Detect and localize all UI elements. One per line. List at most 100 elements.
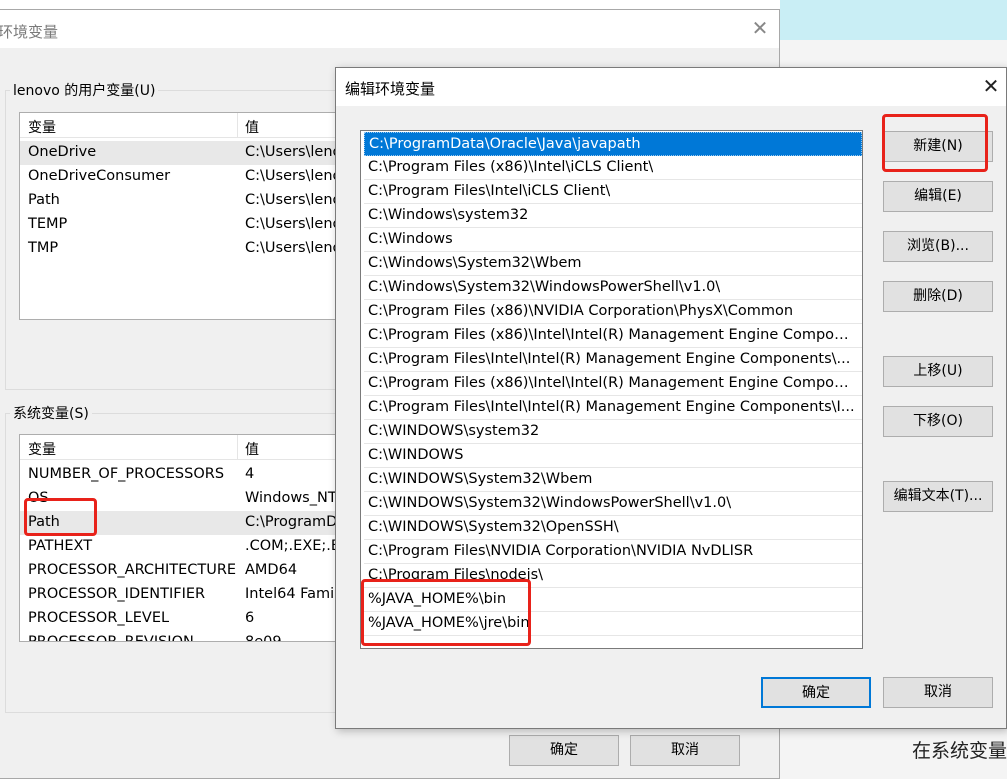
list-item[interactable]: C:\Program Files\Intel\Intel(R) Manageme… (364, 396, 862, 420)
edit-cancel-button[interactable]: 取消 (883, 677, 993, 708)
path-entry: C:\Program Files\Intel\Intel(R) Manageme… (368, 351, 851, 367)
var-value: 4 (245, 466, 255, 482)
list-item[interactable]: %JAVA_HOME%\bin (364, 588, 862, 612)
var-name: OneDrive (28, 144, 97, 160)
system-variables-list[interactable]: 变量 值 NUMBER_OF_PROCESSORS 4 OS Windows_N… (19, 434, 349, 642)
path-list[interactable]: C:\ProgramData\Oracle\Java\javapath C:\P… (360, 130, 863, 649)
list-item[interactable]: C:\Program Files\Intel\iCLS Client\ (364, 180, 862, 204)
column-header-value[interactable]: 值 (245, 439, 259, 459)
list-item[interactable]: C:\Windows (364, 228, 862, 252)
list-item[interactable]: C:\Program Files\NVIDIA Corporation\NVID… (364, 540, 862, 564)
var-value: 8e09 (245, 634, 282, 642)
path-entry: C:\WINDOWS\System32\WindowsPowerShell\v1… (368, 495, 732, 511)
path-entry: C:\WINDOWS\System32\OpenSSH\ (368, 519, 619, 535)
var-value: 6 (245, 610, 255, 626)
var-value: C:\ProgramData (245, 514, 348, 530)
var-value: C:\Users\lenovo\OneDrive (245, 168, 348, 184)
table-row[interactable]: Path C:\ProgramData (20, 511, 348, 535)
list-item[interactable]: C:\Program Files (x86)\Intel\iCLS Client… (364, 156, 862, 180)
var-name: PATHEXT (28, 538, 93, 554)
table-row[interactable]: PROCESSOR_REVISION 8e09 (20, 631, 348, 642)
list-item[interactable]: C:\Program Files\nodejs\ (364, 564, 862, 588)
path-entry: C:\WINDOWS (368, 447, 464, 463)
table-row[interactable]: PROCESSOR_LEVEL 6 (20, 607, 348, 631)
move-down-button[interactable]: 下移(O) (883, 406, 993, 437)
path-entry: C:\Windows\System32\Wbem (368, 255, 582, 271)
outer-titlebar: 环境变量 ✕ (0, 10, 779, 48)
path-entry: %JAVA_HOME%\jre\bin (368, 615, 530, 631)
path-entry: %JAVA_HOME%\bin (368, 591, 507, 607)
outer-cancel-button[interactable]: 取消 (630, 735, 740, 766)
var-name: NUMBER_OF_PROCESSORS (28, 466, 225, 482)
var-name: TMP (28, 240, 59, 256)
table-row[interactable]: PROCESSOR_ARCHITECTURE AMD64 (20, 559, 348, 583)
var-value: C:\Users\lenovo\OneDrive (245, 144, 348, 160)
path-entry: C:\Program Files\Intel\Intel(R) Manageme… (368, 399, 855, 415)
browse-button[interactable]: 浏览(B)... (883, 231, 993, 262)
table-row[interactable]: NUMBER_OF_PROCESSORS 4 (20, 463, 348, 487)
path-entry: C:\ProgramData\Oracle\Java\javapath (369, 136, 641, 152)
var-value: Intel64 Family (245, 586, 347, 602)
var-value: AMD64 (245, 562, 298, 578)
edit-environment-variable-dialog: 编辑环境变量 ✕ C:\ProgramData\Oracle\Java\java… (335, 67, 1007, 729)
list-item[interactable]: C:\Windows\system32 (364, 204, 862, 228)
outer-close-icon[interactable]: ✕ (748, 16, 772, 40)
list-item[interactable]: C:\Windows\System32\WindowsPowerShell\v1… (364, 276, 862, 300)
table-row[interactable]: Path C:\Users\lenovo\AppData (20, 189, 348, 213)
list-item[interactable]: C:\Program Files (x86)\NVIDIA Corporatio… (364, 300, 862, 324)
var-name: Path (28, 192, 60, 208)
user-list-header: 变量 值 (20, 113, 348, 138)
list-item[interactable]: C:\Program Files\Intel\Intel(R) Manageme… (364, 348, 862, 372)
var-name: OS (28, 490, 49, 506)
path-entry: C:\WINDOWS\System32\Wbem (368, 471, 593, 487)
column-header-variable[interactable]: 变量 (28, 439, 56, 459)
var-value: .COM;.EXE;.BAT (245, 538, 349, 554)
list-item[interactable]: C:\WINDOWS\System32\WindowsPowerShell\v1… (364, 492, 862, 516)
table-row[interactable]: TMP C:\Users\lenovo\AppData (20, 237, 348, 261)
table-row[interactable]: PROCESSOR_IDENTIFIER Intel64 Family (20, 583, 348, 607)
list-item[interactable]: C:\Program Files (x86)\Intel\Intel(R) Ma… (364, 372, 862, 396)
table-row[interactable]: TEMP C:\Users\lenovo\AppData (20, 213, 348, 237)
column-header-value[interactable]: 值 (245, 117, 259, 137)
edit-text-button[interactable]: 编辑文本(T)... (883, 481, 993, 512)
var-value: C:\Users\lenovo\AppData (245, 216, 348, 232)
outer-dialog-title: 环境变量 (0, 23, 59, 41)
path-entry: C:\Program Files (x86)\NVIDIA Corporatio… (368, 303, 794, 319)
outer-ok-button[interactable]: 确定 (509, 735, 619, 766)
list-item[interactable]: %JAVA_HOME%\jre\bin (364, 612, 862, 636)
list-item[interactable]: C:\WINDOWS\System32\Wbem (364, 468, 862, 492)
table-row[interactable]: OS Windows_NT (20, 487, 348, 511)
var-name: PROCESSOR_IDENTIFIER (28, 586, 206, 602)
path-entry: C:\WINDOWS\system32 (368, 423, 540, 439)
table-row[interactable]: OneDriveConsumer C:\Users\lenovo\OneDriv… (20, 165, 348, 189)
delete-button[interactable]: 删除(D) (883, 281, 993, 312)
table-row[interactable]: OneDrive C:\Users\lenovo\OneDrive (20, 141, 348, 165)
var-name: Path (28, 514, 60, 530)
var-value: C:\Users\lenovo\AppData (245, 192, 348, 208)
path-entry: C:\Windows\System32\WindowsPowerShell\v1… (368, 279, 721, 295)
var-name: PROCESSOR_REVISION (28, 634, 194, 642)
inner-close-icon[interactable]: ✕ (979, 74, 1003, 98)
path-entry: C:\Windows (368, 231, 453, 247)
move-up-button[interactable]: 上移(U) (883, 356, 993, 387)
path-entry: C:\Program Files\nodejs\ (368, 567, 544, 583)
background-window-strip (780, 0, 1007, 40)
list-item[interactable]: C:\ProgramData\Oracle\Java\javapath (364, 132, 862, 156)
list-item[interactable]: C:\WINDOWS\System32\OpenSSH\ (364, 516, 862, 540)
column-header-variable[interactable]: 变量 (28, 117, 56, 137)
table-row[interactable]: PATHEXT .COM;.EXE;.BAT (20, 535, 348, 559)
path-entry: C:\Program Files\Intel\iCLS Client\ (368, 183, 611, 199)
new-button[interactable]: 新建(N) (883, 131, 993, 162)
user-variables-list[interactable]: 变量 值 OneDrive C:\Users\lenovo\OneDrive O… (19, 112, 349, 320)
edit-ok-button[interactable]: 确定 (761, 677, 871, 708)
path-entry: C:\Windows\system32 (368, 207, 529, 223)
edit-button[interactable]: 编辑(E) (883, 181, 993, 212)
path-entry: C:\Program Files (x86)\Intel\Intel(R) Ma… (368, 327, 856, 343)
list-item[interactable]: C:\WINDOWS (364, 444, 862, 468)
system-list-header: 变量 值 (20, 435, 348, 460)
var-name: PROCESSOR_LEVEL (28, 610, 170, 626)
path-entry: C:\Program Files (x86)\Intel\Intel(R) Ma… (368, 375, 856, 391)
list-item[interactable]: C:\Program Files (x86)\Intel\Intel(R) Ma… (364, 324, 862, 348)
list-item[interactable]: C:\Windows\System32\Wbem (364, 252, 862, 276)
list-item[interactable]: C:\WINDOWS\system32 (364, 420, 862, 444)
